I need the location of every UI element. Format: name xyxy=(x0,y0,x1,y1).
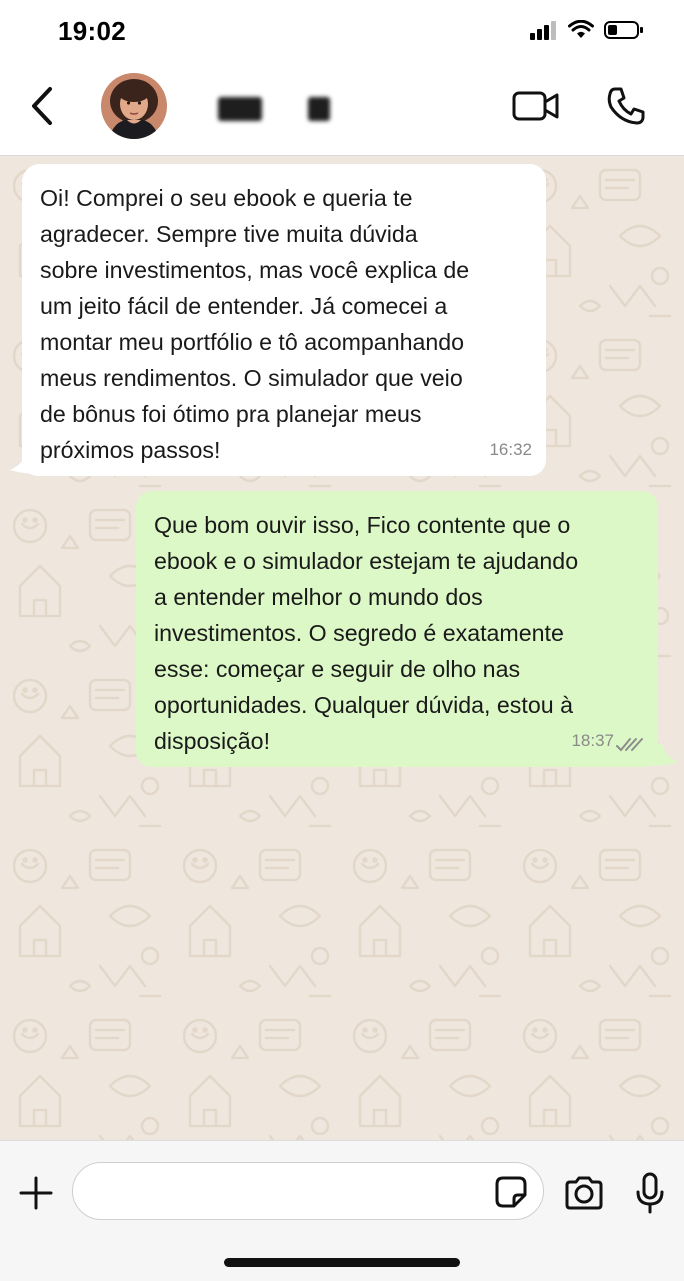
camera-button[interactable] xyxy=(561,1171,607,1215)
sticker-button[interactable] xyxy=(493,1174,529,1210)
video-call-button[interactable] xyxy=(512,84,560,128)
message-input-wrapper[interactable] xyxy=(72,1162,544,1220)
chevron-left-icon xyxy=(32,87,52,125)
phone-icon xyxy=(607,87,645,125)
battery-icon xyxy=(604,21,643,39)
message-outgoing[interactable]: Que bom ouvir isso, Fico contente que o … xyxy=(136,491,658,767)
message-time: 18:37 xyxy=(571,731,614,750)
back-button[interactable] xyxy=(20,84,64,128)
camera-icon xyxy=(565,1176,603,1210)
chat-area[interactable]: Oi! Comprei o seu ebook e queria te agra… xyxy=(0,156,684,1140)
attach-button[interactable] xyxy=(14,1171,58,1215)
status-icons xyxy=(530,20,644,40)
status-bar: 19:02 xyxy=(0,0,684,64)
microphone-icon xyxy=(636,1172,664,1214)
home-indicator xyxy=(224,1258,460,1267)
redaction-block xyxy=(218,97,262,121)
avatar-photo xyxy=(101,73,167,139)
message-input[interactable] xyxy=(93,1173,477,1211)
sticker-icon xyxy=(495,1176,527,1208)
message-text: Oi! Comprei o seu ebook e queria te agra… xyxy=(40,185,470,463)
contact-name-redacted[interactable] xyxy=(218,96,330,122)
message-text: Que bom ouvir isso, Fico contente que o … xyxy=(154,512,579,754)
composer-bar xyxy=(0,1140,684,1281)
message-time: 16:32 xyxy=(489,440,532,459)
chat-header xyxy=(0,64,684,156)
redaction-block xyxy=(308,97,330,121)
voice-call-button[interactable] xyxy=(602,84,650,128)
message-incoming[interactable]: Oi! Comprei o seu ebook e queria te agra… xyxy=(22,164,546,476)
status-time: 19:02 xyxy=(58,16,126,46)
plus-icon xyxy=(19,1176,53,1210)
wifi-icon xyxy=(568,20,594,38)
microphone-button[interactable] xyxy=(628,1169,672,1217)
read-receipt-icon xyxy=(616,738,643,752)
video-camera-icon xyxy=(512,91,559,121)
cellular-signal-icon xyxy=(530,21,556,40)
avatar[interactable] xyxy=(101,73,167,139)
